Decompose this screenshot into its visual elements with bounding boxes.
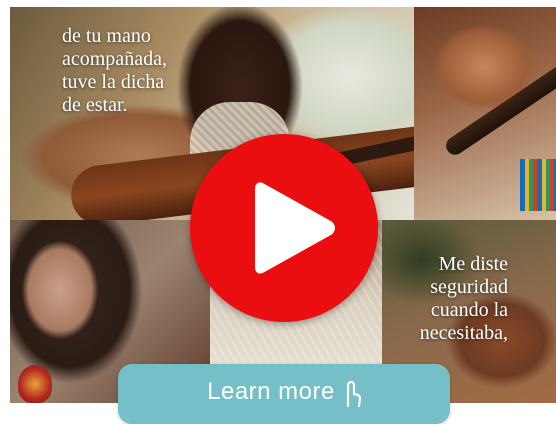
caption-line: Me diste: [438, 253, 508, 275]
photo-hands-instrument: [414, 7, 556, 220]
caption-line: de estar.: [62, 94, 128, 116]
play-button[interactable]: [190, 134, 378, 322]
instrument-stick: [442, 53, 556, 159]
caption-line: acompañada,: [62, 48, 167, 70]
play-icon: [255, 182, 335, 274]
caption-line: tuve la dicha: [62, 71, 165, 93]
caption-line: necesitaba,: [419, 322, 508, 344]
caption-line: cuando la: [430, 299, 508, 321]
caption-right: Me diste seguridad cuando la necesitaba,: [420, 253, 508, 345]
learn-more-button[interactable]: Learn more: [118, 364, 450, 424]
learn-more-label: Learn more: [207, 378, 335, 405]
caption-line: seguridad: [430, 276, 508, 298]
sacred-heart-ornament: [18, 365, 52, 403]
caption-line: de tu mano: [62, 25, 151, 47]
woven-bracelet: [520, 159, 556, 211]
caption-left: de tu mano acompañada, tuve la dicha de …: [62, 25, 167, 117]
pointer-hand-icon: [343, 380, 361, 415]
